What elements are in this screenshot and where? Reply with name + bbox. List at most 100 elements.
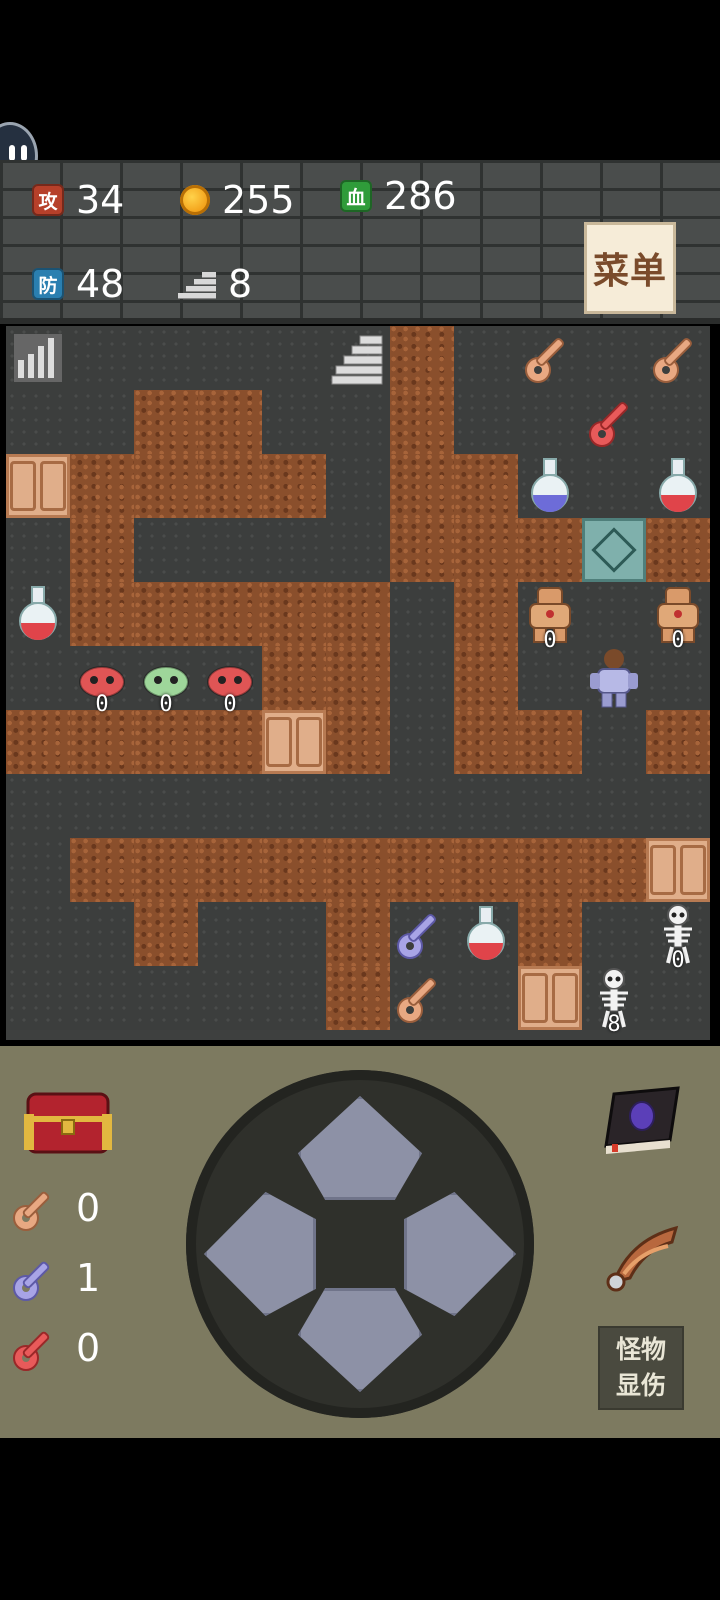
floor-tile [6,902,70,966]
monster-damage-label: 0 [671,948,685,973]
floor-tile [582,326,646,390]
blue-key-value: 1 [76,1256,101,1300]
wall-tile [326,582,390,646]
floor-value: 8 [228,262,253,306]
wall-tile [390,518,454,582]
floor-tile [198,902,262,966]
floor-tile [582,710,646,774]
blue-key-item [390,902,454,966]
wall-tile [198,582,262,646]
floor-tile [390,710,454,774]
floor-tile [6,390,70,454]
monster-damage-label: 0 [671,628,685,653]
red-potion-item [454,902,518,966]
monster-damage-label: 0 [223,692,237,717]
yellow-key-value: 0 [76,1186,101,1230]
wall-tile [6,710,70,774]
hp-icon: 血 [340,180,372,212]
wall-tile [326,966,390,1030]
floor-stat: 8 [178,262,252,306]
dpad-left-button[interactable] [204,1192,316,1316]
wall-tile [262,582,326,646]
floor-tile [518,774,582,838]
floor-tile [582,902,646,966]
floor-tile [582,774,646,838]
yellow-door [646,838,710,902]
yellow-key-item [390,966,454,1030]
ice-door [582,518,646,582]
floor-tile [646,774,710,838]
gold-coin-icon [180,185,210,215]
attack-value: 34 [76,178,125,222]
game-map[interactable]: 0 0 0 0 0 0 8 [6,326,710,1040]
dpad-down-button[interactable] [298,1288,422,1392]
wall-tile [70,582,134,646]
wall-tile [70,838,134,902]
wall-tile [454,710,518,774]
floor-tile [582,454,646,518]
monster-book-icon[interactable] [600,1084,682,1156]
floor-tile [646,646,710,710]
floor-tile [390,646,454,710]
defense-value: 48 [76,262,125,306]
wall-tile [518,518,582,582]
wall-tile [390,326,454,390]
floor-tile [70,774,134,838]
gold-stat: 255 [180,178,295,222]
blue-potion-item [518,454,582,518]
wall-tile [454,454,518,518]
defense-icon: 防 [32,268,64,300]
gold-value: 255 [222,178,295,222]
menu-button[interactable]: 菜单 [584,222,676,314]
floor-tile [70,326,134,390]
up-stairs-icon [326,326,390,390]
red-key-count: 0 [10,1320,100,1376]
floor-tile [134,326,198,390]
yellow-door [6,454,70,518]
floor-tile [262,326,326,390]
dpad-up-button[interactable] [298,1096,422,1200]
floor-tile [646,966,710,1030]
hp-stat: 血 286 [340,174,457,218]
floor-tile [262,390,326,454]
wall-tile [390,838,454,902]
wall-tile [134,390,198,454]
wall-tile [70,518,134,582]
floor-tile [326,518,390,582]
yellow-door [262,710,326,774]
floor-tile [518,646,582,710]
dpad-right-button[interactable] [404,1192,516,1316]
floor-tile [198,966,262,1030]
attack-stat: 攻 34 [32,178,124,222]
wall-tile [134,454,198,518]
floor-tile [454,966,518,1030]
floor-tile [6,966,70,1030]
blue-key-icon [13,1261,50,1301]
wall-tile [518,710,582,774]
red-key-value: 0 [76,1326,101,1370]
yellow-key-count: 0 [10,1180,100,1236]
wall-tile [134,710,198,774]
floor-tile [262,774,326,838]
wall-tile [518,838,582,902]
fly-wing-icon[interactable] [600,1220,682,1296]
floor-tile [134,774,198,838]
floor-tile [6,774,70,838]
red-potion-item [646,454,710,518]
wall-tile [198,710,262,774]
game-screen: 攻 34 255 血 286 防 48 8 菜单 0000008 0 1 0 怪… [0,0,720,1600]
floor-tile [70,902,134,966]
wall-tile [454,518,518,582]
floor-tile [646,390,710,454]
down-stairs-icon [6,326,70,390]
floor-tile [6,646,70,710]
floor-tile [134,518,198,582]
wall-tile [454,838,518,902]
blue-key-count: 1 [10,1250,100,1306]
treasure-chest-icon[interactable] [22,1090,114,1156]
wall-tile [454,582,518,646]
floor-tile [454,774,518,838]
floor-tile [390,774,454,838]
monster-damage-toggle-button[interactable]: 怪物 显伤 [598,1326,684,1410]
wall-tile [390,390,454,454]
